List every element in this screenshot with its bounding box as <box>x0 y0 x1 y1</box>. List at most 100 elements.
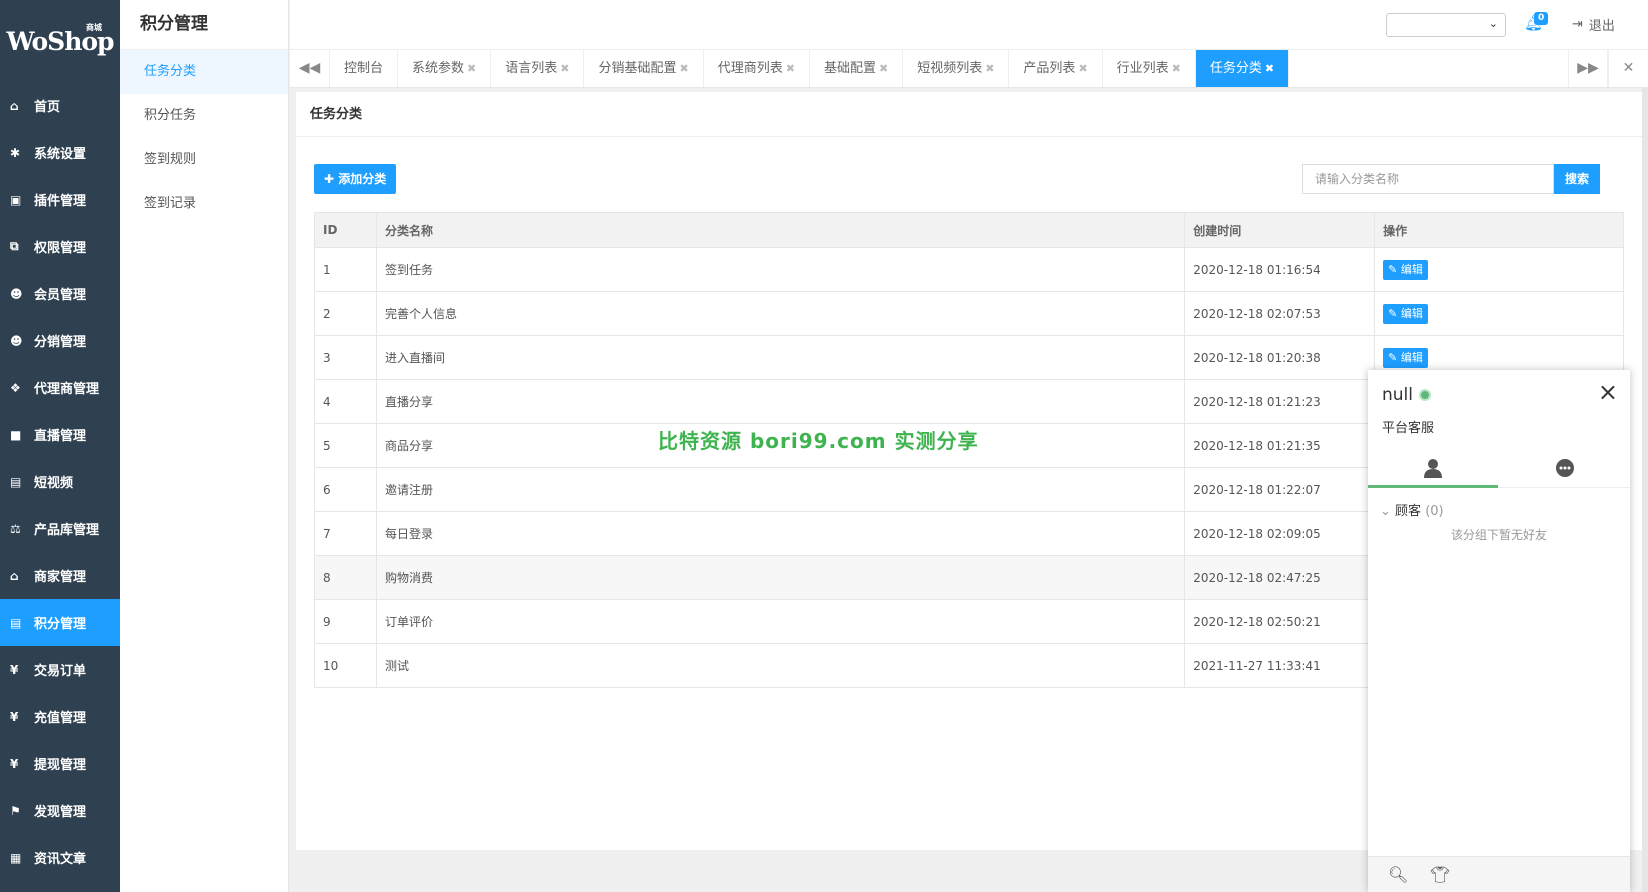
balance-scale-icon: ⚖ <box>10 521 21 536</box>
tab-5[interactable]: 基础配置 ✖ <box>810 50 904 87</box>
logo-subtext: 商城 <box>86 23 102 32</box>
sidebar-item-14[interactable]: ¥ 提现管理 <box>0 740 120 787</box>
tab-close-icon[interactable]: ✖ <box>1078 62 1087 75</box>
tab-close-icon[interactable]: ✖ <box>879 62 888 75</box>
sidebar-item-2[interactable]: ▣ 插件管理 <box>0 176 120 223</box>
edit-button[interactable]: ✎ 编辑 <box>1383 303 1428 324</box>
category-search-input[interactable] <box>1302 164 1554 194</box>
sidebar-item-11[interactable]: ▤ 积分管理 <box>0 599 120 646</box>
sidebar-nav: ⌂ 首页 ✱ 系统设置 ▣ 插件管理 ⧉ 权限管理 ☻ 会员管理 ☻ 分销管理 ❖ 代理商管理 ■ 直播管理 ▤… <box>0 82 120 881</box>
close-tabs-button[interactable]: ✕ <box>1608 50 1648 87</box>
tab-0[interactable]: 控制台 <box>330 50 399 87</box>
chat-footer: 🔍︎ 👕︎ <box>1368 856 1630 892</box>
chevron-down-icon: ⌄ <box>1488 17 1498 30</box>
cell-time: 2020-12-18 02:50:21 <box>1184 599 1376 644</box>
chat-group-customers[interactable]: ⌄ 顾客 (0) <box>1380 500 1444 519</box>
notification-badge: 0 <box>1534 12 1549 25</box>
edit-button[interactable]: ✎ 编辑 <box>1383 347 1428 368</box>
cell-time: 2020-12-18 02:07:53 <box>1184 291 1376 336</box>
tab-8[interactable]: 行业列表 ✖ <box>1103 50 1196 87</box>
cell-time: 2020-12-18 02:09:05 <box>1184 511 1376 556</box>
edit-label: 编辑 <box>1400 306 1423 320</box>
skin-icon[interactable]: 👕︎ <box>1430 865 1450 884</box>
yen-icon: ¥ <box>10 709 19 724</box>
tab-9[interactable]: 任务分类 ✖ <box>1195 50 1290 87</box>
cubes-icon: ❖ <box>10 380 21 395</box>
submenu-item-0[interactable]: 任务分类 <box>120 50 288 94</box>
tab-7[interactable]: 产品列表 ✖ <box>1009 50 1103 87</box>
tab-3[interactable]: 分销基础配置 ✖ <box>584 50 704 87</box>
search-icon[interactable]: 🔍︎ <box>1388 865 1408 884</box>
chat-tab-history[interactable] <box>1500 448 1630 488</box>
tab-2[interactable]: 语言列表 ✖ <box>491 50 585 87</box>
sidebar-item-7[interactable]: ■ 直播管理 <box>0 411 120 458</box>
tab-close-icon[interactable]: ✖ <box>467 62 476 75</box>
submenu-item-2[interactable]: 签到规则 <box>120 138 288 182</box>
sidebar-item-label: 提现管理 <box>34 758 87 773</box>
cell-time: 2020-12-18 01:20:38 <box>1184 335 1376 380</box>
sidebar-item-5[interactable]: ☻ 分销管理 <box>0 317 120 364</box>
tab-6[interactable]: 短视频列表 ✖ <box>903 50 1010 87</box>
tab-close-icon[interactable]: ✖ <box>1265 62 1274 75</box>
sidebar-item-9[interactable]: ⚖ 产品库管理 <box>0 505 120 552</box>
top-header: ⌄ 🔔︎ 0 ⇥ 退出 <box>290 0 1648 50</box>
add-category-button[interactable]: ✚ 添加分类 <box>314 164 397 194</box>
cell-time: 2020-12-18 01:16:54 <box>1184 247 1376 292</box>
tab-scroll-left-button[interactable]: ◀◀ <box>290 50 330 87</box>
sidebar-item-label: 资讯文章 <box>34 852 87 867</box>
sidebar-item-label: 充值管理 <box>34 711 87 726</box>
column-header-actions: 操作 <box>1374 212 1624 248</box>
add-category-label: 添加分类 <box>338 172 387 186</box>
language-select[interactable]: ⌄ <box>1386 13 1506 37</box>
tab-label: 短视频列表 <box>917 61 983 76</box>
cell-id: 9 <box>314 599 377 644</box>
tab-close-icon[interactable]: ✖ <box>1172 62 1181 75</box>
sidebar-item-label: 直播管理 <box>34 429 87 444</box>
tab-close-icon[interactable]: ✖ <box>680 62 689 75</box>
page-scrollbar[interactable] <box>1642 88 1648 892</box>
home-icon: ⌂ <box>10 98 19 113</box>
brand-logo[interactable]: WoShop 商城 <box>0 0 120 82</box>
sidebar-item-15[interactable]: ⚑ 发现管理 <box>0 787 120 834</box>
cell-id: 6 <box>314 467 377 512</box>
user-icon <box>1424 459 1442 478</box>
chat-tab-friends[interactable] <box>1368 448 1498 488</box>
sidebar-item-label: 会员管理 <box>34 288 87 303</box>
sidebar-item-label: 发现管理 <box>34 805 87 820</box>
sidebar-item-13[interactable]: ¥ 充值管理 <box>0 693 120 740</box>
backward-icon: ◀◀ <box>298 60 321 76</box>
tab-close-icon[interactable]: ✖ <box>560 62 569 75</box>
sidebar-item-label: 代理商管理 <box>34 382 100 397</box>
sidebar-item-label: 权限管理 <box>34 241 87 256</box>
sidebar-item-12[interactable]: ¥ 交易订单 <box>0 646 120 693</box>
sidebar-item-8[interactable]: ▤ 短视频 <box>0 458 120 505</box>
table-row: 2 完善个人信息 2020-12-18 02:07:53 ✎ 编辑 <box>314 291 1624 336</box>
tab-close-icon[interactable]: ✖ <box>985 62 994 75</box>
submenu-item-1[interactable]: 积分任务 <box>120 94 288 138</box>
cell-id: 7 <box>314 511 377 556</box>
pencil-icon: ✎ <box>1388 350 1401 364</box>
tab-4[interactable]: 代理商列表 ✖ <box>704 50 810 87</box>
video-camera-icon: ■ <box>10 427 22 442</box>
tab-label: 基础配置 <box>823 61 876 76</box>
cell-time: 2021-11-27 11:33:41 <box>1184 643 1376 688</box>
bank-icon: ⌂ <box>10 568 19 583</box>
sidebar-item-16[interactable]: ▦ 资讯文章 <box>0 834 120 881</box>
edit-button[interactable]: ✎ 编辑 <box>1383 259 1428 280</box>
search-button[interactable]: 搜索 <box>1554 164 1600 194</box>
tab-close-icon[interactable]: ✖ <box>786 62 795 75</box>
submenu-item-3[interactable]: 签到记录 <box>120 182 288 226</box>
sidebar-item-4[interactable]: ☻ 会员管理 <box>0 270 120 317</box>
close-icon[interactable]: × <box>1598 378 1618 406</box>
sidebar-item-1[interactable]: ✱ 系统设置 <box>0 129 120 176</box>
tab-scroll-right-button[interactable]: ▶▶ <box>1568 50 1608 87</box>
logout-button[interactable]: ⇥ 退出 <box>1572 15 1615 34</box>
sidebar-item-3[interactable]: ⧉ 权限管理 <box>0 223 120 270</box>
sidebar-item-0[interactable]: ⌂ 首页 <box>0 82 120 129</box>
sidebar-item-10[interactable]: ⌂ 商家管理 <box>0 552 120 599</box>
sitemap-icon: ⧉ <box>10 239 19 253</box>
tab-1[interactable]: 系统参数 ✖ <box>398 50 492 87</box>
tab-list: 控制台 系统参数 ✖ 语言列表 ✖ 分销基础配置 ✖ 代理商列表 ✖ 基础配置 ✖ 短视频列表 ✖ 产品列… <box>330 50 1290 87</box>
sidebar-item-6[interactable]: ❖ 代理商管理 <box>0 364 120 411</box>
submenu-list: 任务分类 积分任务 签到规则 签到记录 <box>120 50 288 226</box>
